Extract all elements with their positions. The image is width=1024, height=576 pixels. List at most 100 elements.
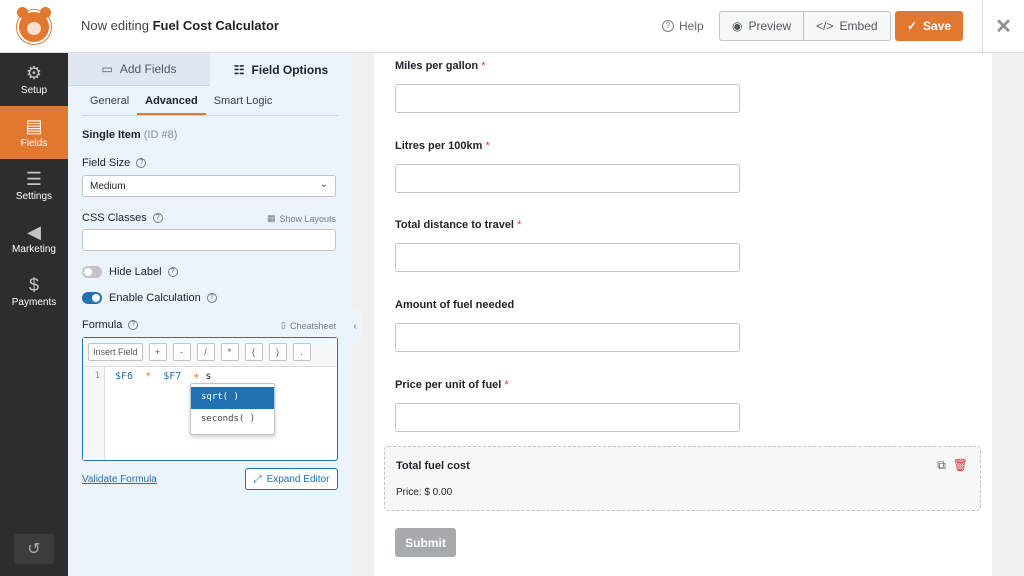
open-paren-button[interactable]: (	[244, 343, 263, 361]
help-icon[interactable]: ?	[206, 293, 217, 303]
distance-input[interactable]	[395, 243, 740, 272]
top-bar: Now editing Fuel Cost Calculator ? Help …	[0, 0, 1024, 53]
validate-formula-link[interactable]: Validate Formula	[82, 474, 157, 485]
css-classes-input[interactable]	[82, 229, 336, 251]
sidebar-item-fields[interactable]: ▤ Fields	[0, 106, 68, 159]
label-text: Amount of fuel needed	[395, 299, 515, 311]
form-preview: Miles per gallon * Litres per 100km * To…	[374, 53, 992, 576]
autocomplete-dropdown: sqrt( ) seconds( )	[190, 383, 275, 435]
field-type: Single Item	[82, 129, 141, 141]
formula-toolbar: Insert Field + - / * ( ) .	[83, 338, 337, 367]
sidebar-item-marketing[interactable]: ◀ Marketing	[0, 212, 68, 265]
field-size-label: Field Size ?	[82, 157, 147, 169]
option-subtabs: General Advanced Smart Logic	[82, 86, 338, 116]
sidebar-item-setup[interactable]: ⚙ Setup	[0, 53, 68, 106]
code-icon: </>	[816, 19, 834, 33]
fuel-needed-input[interactable]	[395, 323, 740, 352]
field-label: Miles per gallon *	[395, 60, 485, 72]
preview-button[interactable]: ◉ Preview	[720, 12, 803, 40]
tab-field-options[interactable]: ☷ Field Options	[210, 53, 352, 86]
subtab-smart-logic[interactable]: Smart Logic	[206, 86, 281, 115]
price-per-unit-input[interactable]	[395, 403, 740, 432]
label-text: Litres per 100km	[395, 140, 483, 152]
close-paren-button[interactable]: )	[268, 343, 287, 361]
field-label: Total distance to travel *	[395, 219, 521, 231]
bear-mascot-icon	[17, 6, 51, 44]
minus-operator-button[interactable]: -	[172, 343, 191, 361]
autocomplete-item[interactable]: seconds( )	[191, 409, 274, 431]
builder-sidebar: ⚙ Setup ▤ Fields ☰ Settings ◀ Marketing …	[0, 53, 68, 576]
decimal-point-button[interactable]: .	[292, 343, 311, 361]
cheatsheet-link[interactable]: ▯ Cheatsheet	[281, 320, 336, 331]
save-label: Save	[923, 19, 952, 33]
formula-label: Formula ?	[82, 319, 139, 331]
label-text: Enable Calculation	[109, 292, 201, 304]
save-button[interactable]: ✓ Save	[895, 11, 963, 41]
sliders-icon: ☰	[25, 168, 43, 189]
sidebar-item-settings[interactable]: ☰ Settings	[0, 159, 68, 212]
enable-calculation-toggle[interactable]	[82, 292, 102, 304]
preview-embed-group: ◉ Preview </> Embed	[719, 11, 891, 41]
plus-operator-button[interactable]: +	[148, 343, 167, 361]
submit-button[interactable]: Submit	[395, 528, 456, 557]
formula-code[interactable]: $F6 * $F7 + s	[115, 371, 211, 382]
help-icon[interactable]: ?	[167, 267, 178, 277]
help-icon[interactable]: ?	[152, 213, 163, 223]
sidebar-item-label: Payments	[11, 296, 57, 308]
link-text: Show Layouts	[279, 213, 336, 224]
collapse-panel-icon[interactable]: ‹	[348, 309, 362, 343]
expand-editor-button[interactable]: ⤢ Expand Editor	[245, 468, 338, 490]
embed-button[interactable]: </> Embed	[803, 12, 889, 40]
show-layouts-link[interactable]: ▦ Show Layouts	[267, 213, 336, 224]
required-marker: *	[517, 219, 522, 231]
expand-icon: ⤢	[253, 473, 262, 485]
miles-per-gallon-input[interactable]	[395, 84, 740, 113]
subtab-general[interactable]: General	[82, 86, 137, 115]
wpforms-logo	[0, 0, 68, 53]
field-label: Price per unit of fuel *	[395, 379, 509, 391]
help-icon[interactable]: ?	[128, 320, 139, 330]
required-marker: *	[481, 60, 486, 72]
sidebar-item-label: Fields	[20, 137, 48, 149]
sidebar-item-payments[interactable]: $ Payments	[0, 265, 68, 318]
preview-label: Preview	[748, 19, 792, 33]
trash-icon[interactable]: 🗑	[953, 458, 968, 473]
subtab-advanced[interactable]: Advanced	[137, 86, 206, 115]
code-token: *	[145, 371, 152, 382]
preview-gutter	[992, 53, 1024, 576]
help-button[interactable]: ? Help	[662, 19, 704, 33]
embed-label: Embed	[839, 19, 878, 33]
insert-field-button[interactable]: Insert Field	[88, 343, 143, 361]
label-text: Formula	[82, 319, 123, 331]
help-icon[interactable]: ?	[136, 158, 147, 168]
code-token: $F6	[115, 371, 134, 382]
grid-icon: ▦	[266, 213, 276, 223]
field-actions: ⧉ 🗑	[937, 458, 968, 473]
divide-operator-button[interactable]: /	[196, 343, 215, 361]
field-label: Litres per 100km *	[395, 140, 490, 152]
revisions-history-icon[interactable]: ↺	[14, 534, 54, 564]
duplicate-icon[interactable]: ⧉	[937, 458, 946, 473]
code-token: $F7	[163, 371, 182, 382]
sliders-icon: ☷	[233, 62, 245, 77]
line-numbers: 1	[83, 367, 105, 460]
field-label: Total fuel cost	[396, 460, 470, 472]
close-icon[interactable]: ✕	[982, 0, 1024, 53]
sidebar-item-label: Settings	[15, 190, 53, 202]
field-size-select[interactable]: Medium ⌄	[82, 175, 336, 197]
code-token: s	[205, 371, 212, 382]
autocomplete-item[interactable]: sqrt( )	[191, 387, 274, 409]
label-text: Hide Label	[109, 266, 162, 278]
total-fuel-cost-field[interactable]: Total fuel cost Price: $ 0.00 ⧉ 🗑	[384, 446, 981, 511]
chevron-down-icon: ⌄	[319, 179, 328, 190]
enable-calculation-label: Enable Calculation ?	[109, 292, 217, 304]
multiply-operator-button[interactable]: *	[220, 343, 239, 361]
required-marker: *	[504, 379, 509, 391]
hide-label-toggle[interactable]	[82, 266, 102, 278]
tab-add-fields[interactable]: ▭ Add Fields	[68, 53, 210, 86]
required-marker: *	[485, 140, 490, 152]
field-heading: Single Item (ID #8)	[82, 129, 177, 141]
sidebar-item-label: Marketing	[12, 243, 56, 255]
fields-icon: ▤	[25, 115, 43, 136]
litres-per-100km-input[interactable]	[395, 164, 740, 193]
